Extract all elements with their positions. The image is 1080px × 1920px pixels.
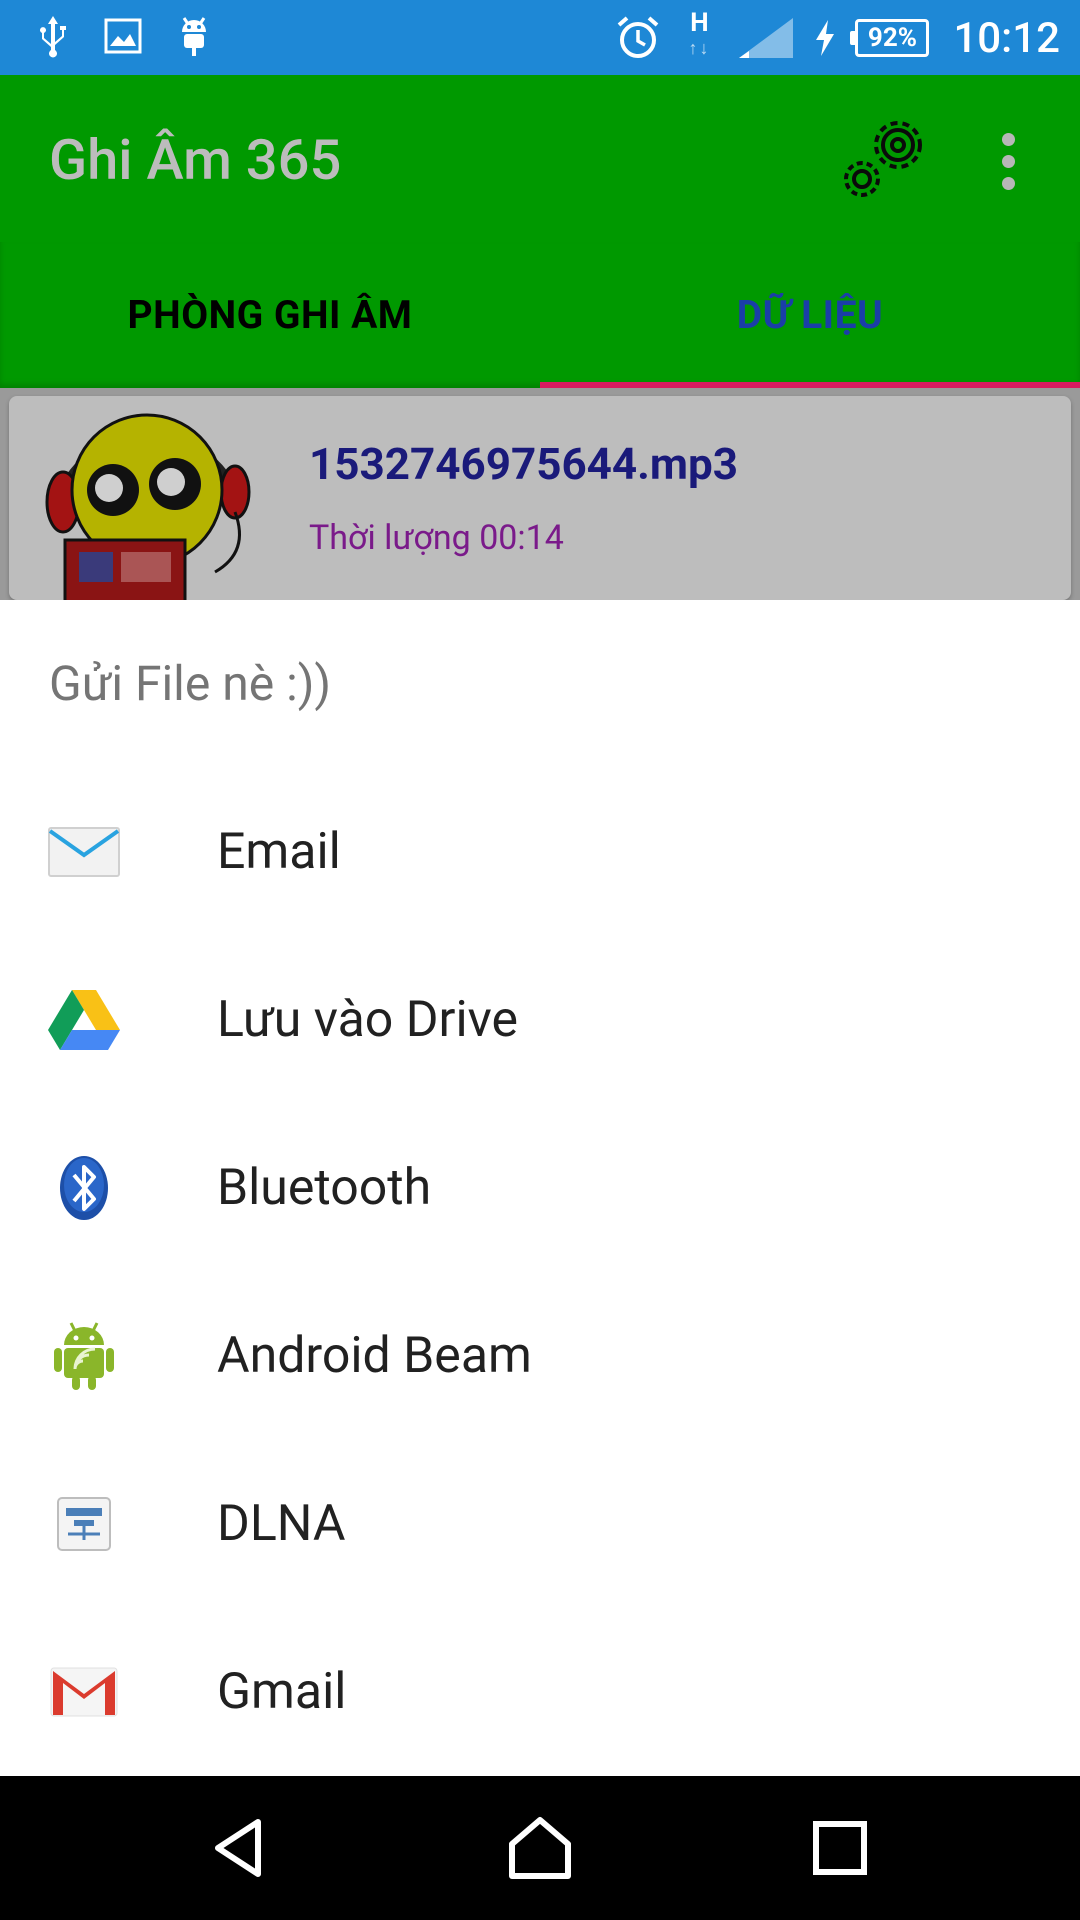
list-item[interactable]: 1532746975644.mp3 Thời lượng 00:14: [9, 396, 1071, 602]
overflow-dot: [1001, 177, 1015, 190]
share-option-label: DLNA: [217, 1495, 346, 1553]
share-option-android-beam[interactable]: Android Beam: [0, 1272, 1080, 1440]
recording-file-name: 1532746975644.mp3: [309, 438, 739, 490]
share-option-dlna[interactable]: DLNA: [0, 1440, 1080, 1608]
status-time: 10:12: [953, 13, 1060, 63]
share-option-drive[interactable]: Lưu vào Drive: [0, 936, 1080, 1104]
back-button[interactable]: [190, 1798, 290, 1898]
recording-list: 1532746975644.mp3 Thời lượng 00:14: [0, 388, 1080, 602]
home-icon: [509, 1817, 571, 1879]
network-type-label: H: [690, 8, 709, 38]
recents-icon: [813, 1821, 867, 1875]
mascot-headphones-icon: [45, 413, 251, 602]
tab-data[interactable]: DỮ LIỆU: [540, 242, 1080, 388]
status-notification-icons: [36, 14, 212, 58]
share-bottom-sheet: Gửi File nè :)) Email Lưu vào Drive Blue…: [0, 600, 1080, 1776]
overflow-dot: [1001, 155, 1015, 168]
share-option-label: Lưu vào Drive: [217, 991, 519, 1049]
gmail-icon: [48, 1656, 120, 1728]
share-option-label: Gmail: [217, 1663, 347, 1721]
share-sheet-title: Gửi File nè :)): [49, 655, 332, 712]
usb-icon: [40, 16, 66, 58]
drive-icon: [48, 984, 120, 1056]
app-title: Ghi Âm 365: [49, 127, 342, 193]
share-option-label: Email: [217, 823, 341, 881]
home-button[interactable]: [490, 1798, 590, 1898]
status-system-icons: H ↑↓ 92% 10:12: [615, 10, 1060, 66]
share-option-label: Bluetooth: [217, 1159, 432, 1217]
charging-icon: [816, 20, 835, 56]
settings-gears-icon[interactable]: [836, 107, 940, 211]
share-option-email[interactable]: Email: [0, 768, 1080, 936]
network-type-indicator: H ↑↓: [679, 10, 719, 66]
share-option-gmail[interactable]: Gmail: [0, 1608, 1080, 1776]
battery-percent: 92%: [867, 23, 917, 53]
battery-icon: 92%: [850, 19, 930, 57]
alarm-icon: [618, 16, 659, 58]
share-option-label: Android Beam: [217, 1327, 532, 1385]
image-icon: [104, 18, 142, 54]
overflow-menu-button[interactable]: [990, 127, 1026, 197]
email-icon: [48, 816, 120, 888]
android-debug-icon: [182, 17, 206, 56]
recents-button[interactable]: [790, 1798, 890, 1898]
share-option-bluetooth[interactable]: Bluetooth: [0, 1104, 1080, 1272]
tab-bar: PHÒNG GHI ÂM DỮ LIỆU: [0, 242, 1080, 388]
android-beam-icon: [48, 1320, 120, 1392]
back-icon: [215, 1819, 261, 1877]
status-bar: H ↑↓ 92% 10:12: [0, 0, 1080, 75]
app-bar: Ghi Âm 365: [0, 75, 1080, 242]
dlna-icon: [48, 1488, 120, 1560]
recording-duration: Thời lượng 00:14: [309, 518, 564, 558]
navigation-bar: [0, 1776, 1080, 1920]
bluetooth-icon: [48, 1152, 120, 1224]
data-activity-icon: ↑↓: [688, 38, 711, 59]
tab-recording-room[interactable]: PHÒNG GHI ÂM: [0, 242, 540, 388]
signal-icon: [739, 18, 794, 58]
overflow-dot: [1001, 133, 1015, 146]
